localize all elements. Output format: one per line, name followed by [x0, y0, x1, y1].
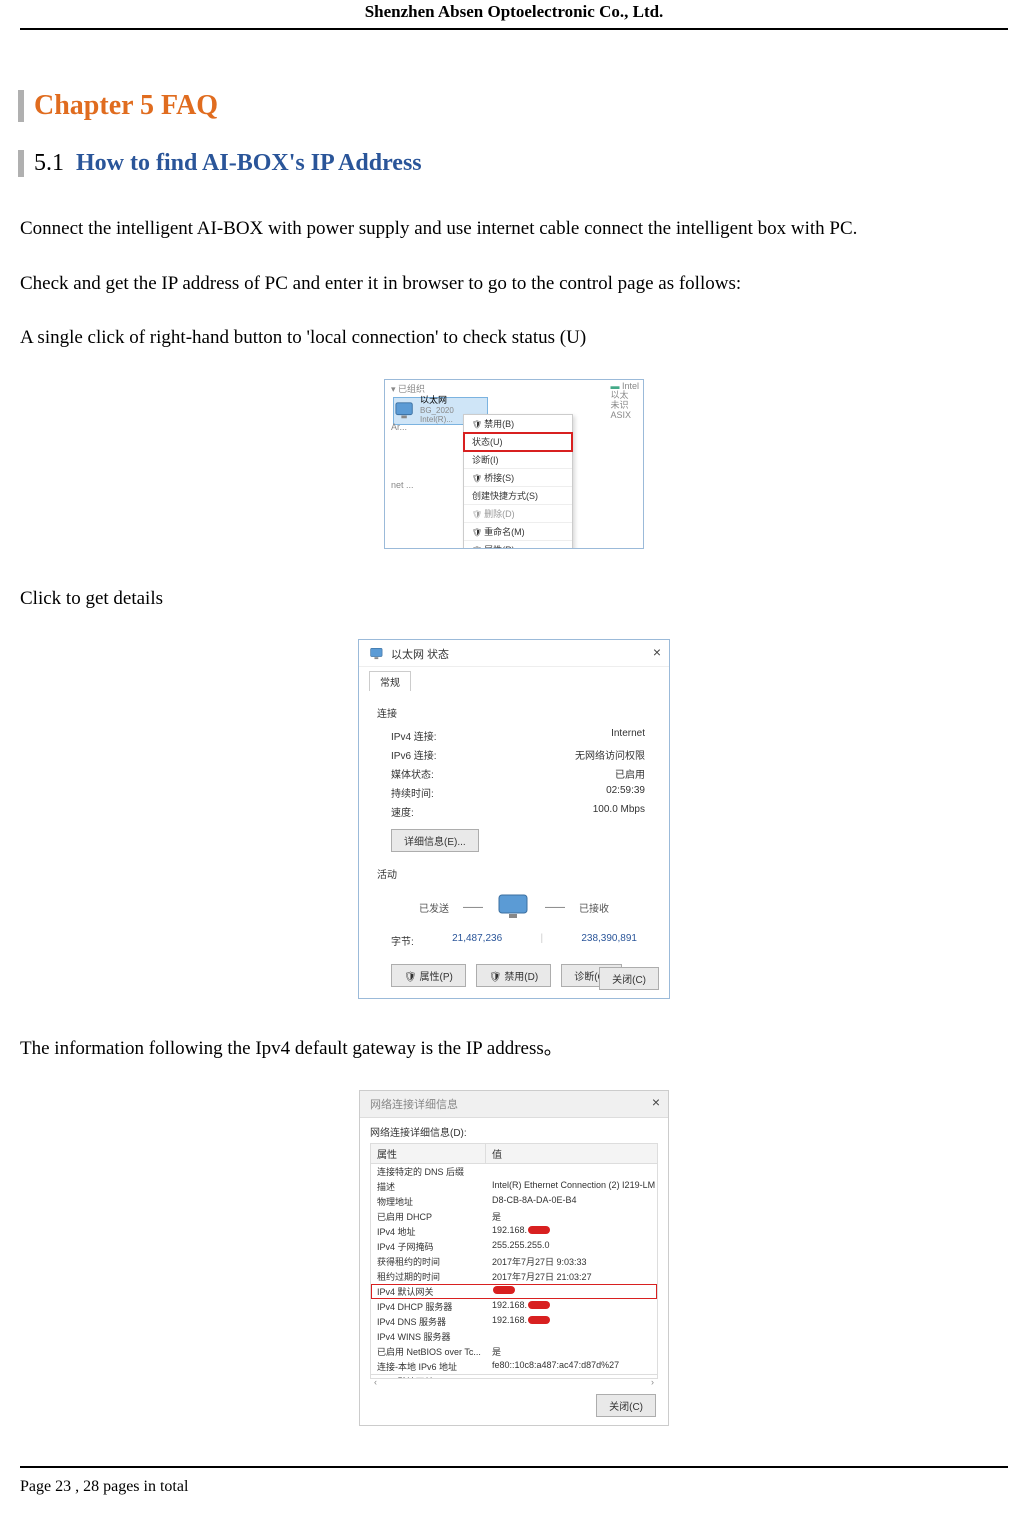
row-speed: 速度:100.0 Mbps — [377, 802, 651, 821]
property-row: 描述Intel(R) Ethernet Connection (2) I219-… — [371, 1179, 657, 1194]
close-icon[interactable]: × — [652, 1094, 660, 1110]
details-subtitle: 网络连接详细信息(D): — [360, 1118, 668, 1141]
section-number: 5.1 — [34, 150, 64, 177]
paragraph-2: Check and get the IP address of PC and e… — [20, 270, 1008, 299]
paragraph-1: Connect the intelligent AI-BOX with powe… — [20, 215, 1008, 244]
details-dialog-title: 网络连接详细信息 × — [360, 1091, 668, 1118]
header-rule — [20, 28, 1008, 30]
redaction-mark — [493, 1286, 515, 1294]
row-ipv4: IPv4 连接:Internet — [377, 726, 651, 745]
redaction-mark — [528, 1226, 550, 1234]
dialog-title-bar: 以太网 状态 × — [359, 640, 669, 667]
row-media: 媒体状态:已启用 — [377, 764, 651, 783]
property-row: IPv4 WINS 服务器 — [371, 1329, 657, 1344]
ctx-diagnose[interactable]: 诊断(I) — [464, 451, 572, 469]
property-row: 已启用 DHCP是 — [371, 1209, 657, 1224]
ctx-rename[interactable]: 重命名(M) — [464, 523, 572, 541]
property-row: IPv4 地址192.168. — [371, 1224, 657, 1239]
activity-graphic: 已发送 —— —— 已接收 — [377, 887, 651, 927]
page-footer: Page 23 , 28 pages in total — [20, 1468, 1008, 1496]
ctx-delete[interactable]: 删除(D) — [464, 505, 572, 523]
row-duration: 持续时间:02:59:39 — [377, 783, 651, 802]
redaction-mark — [528, 1316, 550, 1324]
ctx-bridge[interactable]: 桥接(S) — [464, 469, 572, 487]
context-menu: 禁用(B) 状态(U) 诊断(I) 桥接(S) 创建快捷方式(S) 删除(D) … — [463, 414, 573, 549]
row-ipv6: IPv6 连接:无网络访问权限 — [377, 745, 651, 764]
disable-button[interactable]: 🛡 禁用(D) — [476, 964, 551, 987]
chapter-title: Chapter 5 FAQ — [18, 90, 1008, 122]
screenshot-status-dialog: 以太网 状态 × 常规 连接 IPv4 连接:Internet IPv6 连接:… — [358, 639, 670, 999]
section-title: 5.1 How to find AI-BOX's IP Address — [18, 150, 1008, 177]
tab-general[interactable]: 常规 — [369, 671, 411, 691]
property-table: 属性 值 连接特定的 DNS 后缀描述Intel(R) Ethernet Con… — [370, 1143, 658, 1379]
paragraph-5: The information following the Ipv4 defau… — [20, 1035, 1008, 1064]
dialog-tabs: 常规 — [359, 667, 669, 691]
horizontal-scrollbar[interactable]: ‹› — [370, 1374, 658, 1387]
property-row: 连接-本地 IPv6 地址fe80::10c8:a487:ac47:d87d%2… — [371, 1359, 657, 1374]
bytes-row: 字节: 21,487,236 | 238,390,891 — [377, 927, 651, 954]
paragraph-3: A single click of right-hand button to '… — [20, 324, 1008, 353]
property-row: 物理地址D8-CB-8A-DA-0E-B4 — [371, 1194, 657, 1209]
property-row: 已启用 NetBIOS over Tc...是 — [371, 1344, 657, 1359]
property-row: 租约过期的时间2017年7月27日 21:03:27 — [371, 1269, 657, 1284]
col-property: 属性 — [371, 1144, 486, 1163]
paragraph-4: Click to get details — [20, 585, 1008, 614]
ctx-properties[interactable]: 属性(R) — [464, 541, 572, 549]
property-row: IPv4 默认网关 — [371, 1284, 657, 1299]
shot1-toolbar: ▾ 已组织 — [391, 382, 425, 395]
dialog-title: 以太网 状态 — [391, 646, 449, 662]
shot1-net-label: net ... — [391, 480, 414, 490]
monitor-icon — [369, 647, 385, 661]
properties-button[interactable]: 🛡 属性(P) — [391, 964, 466, 987]
col-value: 值 — [486, 1144, 657, 1163]
property-row: IPv4 DHCP 服务器192.168. — [371, 1299, 657, 1314]
property-row: IPv4 DNS 服务器192.168. — [371, 1314, 657, 1329]
monitor-icon — [497, 893, 531, 921]
section-name: How to find AI-BOX's IP Address — [76, 150, 422, 177]
screenshot-details-dialog: 网络连接详细信息 × 网络连接详细信息(D): 属性 值 连接特定的 DNS 后… — [359, 1090, 669, 1426]
shot1-ar-label: Ar... — [391, 422, 407, 432]
screenshot-context-menu: ▾ 已组织 ▬ Intel 以太 未识 ASIX 以太网 BG_2020 Int… — [384, 379, 644, 549]
header-company: Shenzhen Absen Optoelectronic Co., Ltd. — [20, 0, 1008, 28]
activity-section-label: 活动 — [377, 866, 651, 881]
monitor-icon — [394, 401, 416, 421]
network-adapter-label: 以太网 BG_2020 Intel(R)... — [420, 396, 454, 426]
property-row: 获得租约的时间2017年7月27日 9:03:33 — [371, 1254, 657, 1269]
property-row: IPv4 子网掩码255.255.255.0 — [371, 1239, 657, 1254]
shot1-right-panel: ▬ Intel 以太 未识 ASIX — [610, 382, 639, 422]
ctx-shortcut[interactable]: 创建快捷方式(S) — [464, 487, 572, 505]
close-icon[interactable]: × — [653, 644, 661, 660]
property-row: 连接特定的 DNS 后缀 — [371, 1164, 657, 1179]
close-button[interactable]: 关闭(C) — [596, 1394, 656, 1417]
ctx-disable[interactable]: 禁用(B) — [464, 415, 572, 433]
redaction-mark — [528, 1301, 550, 1309]
ctx-status[interactable]: 状态(U) — [464, 433, 572, 451]
details-button[interactable]: 详细信息(E)... — [391, 829, 479, 852]
close-button[interactable]: 关闭(C) — [599, 967, 659, 990]
connection-section-label: 连接 — [377, 705, 651, 720]
